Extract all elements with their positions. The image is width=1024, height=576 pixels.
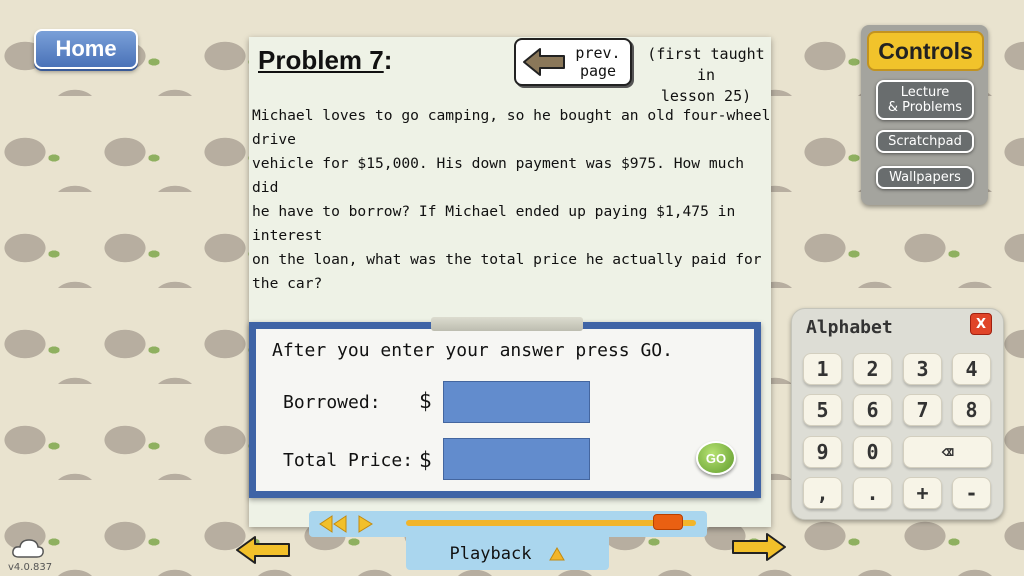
wallpapers-button[interactable]: Wallpapers	[876, 166, 974, 189]
prev-page-line2: page	[579, 62, 617, 80]
borrowed-input[interactable]	[443, 381, 590, 423]
key-2[interactable]: 2	[853, 353, 892, 385]
answer-instruction: After you enter your answer press GO.	[272, 340, 673, 361]
answer-panel-handle[interactable]	[431, 317, 583, 331]
key-7[interactable]: 7	[903, 394, 942, 426]
problem-text: Michael loves to go camping, so he bough…	[252, 104, 772, 296]
key-6[interactable]: 6	[853, 394, 892, 426]
total-price-input[interactable]	[443, 438, 590, 480]
key-decimal[interactable]: .	[853, 477, 892, 509]
lecture-line1: Lecture	[900, 85, 950, 100]
lecture-line2: & Problems	[887, 100, 963, 115]
left-arrow-icon	[523, 48, 565, 76]
prev-page-button[interactable]: prev. page	[514, 38, 632, 86]
scratchpad-button[interactable]: Scratchpad	[876, 130, 974, 153]
keypad-close-button[interactable]: X	[970, 313, 992, 335]
key-0[interactable]: 0	[853, 436, 892, 468]
controls-title: Controls	[867, 31, 984, 71]
alphabet-toggle[interactable]: Alphabet	[806, 317, 893, 338]
lecture-problems-label: Lecture & Problems	[888, 85, 962, 115]
play-icon[interactable]	[356, 514, 374, 534]
prev-page-label: prev. page	[572, 44, 624, 80]
next-problem-arrow-icon[interactable]	[731, 532, 787, 562]
playback-slider-thumb[interactable]	[653, 514, 683, 530]
playback-toggle[interactable]: Playback	[406, 537, 609, 570]
key-3[interactable]: 3	[903, 353, 942, 385]
problem-title-text: Problem 7	[258, 45, 384, 75]
key-1[interactable]: 1	[803, 353, 842, 385]
problem-line: Michael loves to go camping, so he bough…	[252, 107, 771, 148]
key-backspace[interactable]: ⌫	[903, 436, 992, 468]
problem-title: Problem 7:	[258, 45, 392, 76]
total-price-label: Total Price:	[283, 450, 414, 471]
borrowed-label: Borrowed:	[283, 392, 381, 413]
key-comma[interactable]: ,	[803, 477, 842, 509]
previous-problem-arrow-icon[interactable]	[235, 535, 291, 565]
playback-label: Playback	[449, 543, 532, 564]
key-9[interactable]: 9	[803, 436, 842, 468]
problem-title-colon: :	[383, 45, 393, 75]
key-5[interactable]: 5	[803, 394, 842, 426]
cloud-icon[interactable]	[11, 537, 45, 559]
key-plus[interactable]: +	[903, 477, 942, 509]
borrowed-currency: $	[419, 389, 432, 413]
rewind-icon[interactable]	[318, 514, 348, 534]
lecture-problems-button[interactable]: Lecture & Problems	[876, 80, 974, 120]
triangle-up-icon	[549, 546, 566, 560]
problem-line: vehicle for $15,000. His down payment wa…	[252, 155, 745, 196]
prev-page-line1: prev.	[575, 44, 621, 62]
problem-line: he have to borrow? If Michael ended up p…	[252, 203, 736, 244]
first-taught-line1: (first taught in	[647, 45, 765, 84]
key-minus[interactable]: -	[952, 477, 991, 509]
first-taught-note: (first taught in lesson 25)	[640, 44, 772, 107]
problem-line: on the loan, what was the total price he…	[252, 251, 762, 292]
home-button[interactable]: Home	[34, 29, 138, 69]
key-8[interactable]: 8	[952, 394, 991, 426]
total-price-currency: $	[419, 448, 432, 472]
version-label: v4.0.837	[8, 562, 53, 573]
key-4[interactable]: 4	[952, 353, 991, 385]
go-button[interactable]: GO	[696, 441, 736, 475]
